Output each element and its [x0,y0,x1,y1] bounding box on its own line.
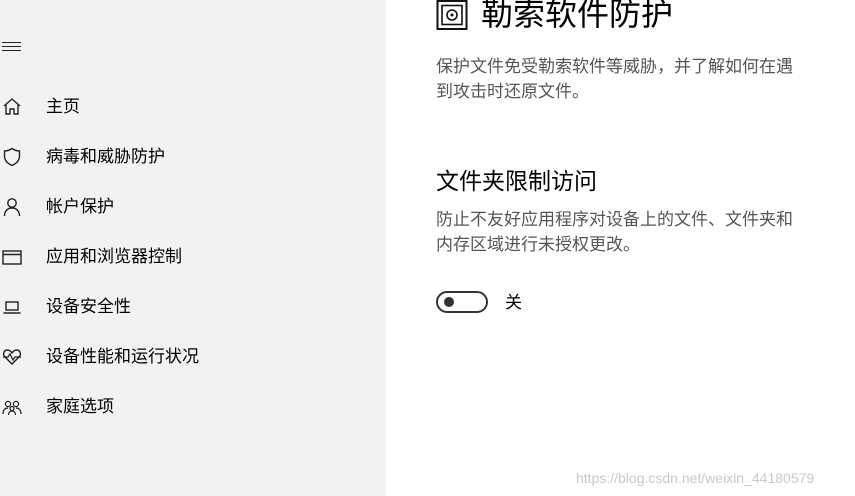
ransomware-vault-icon [436,0,468,32]
sidebar-item-label: 设备安全性 [46,297,131,317]
toggle-state-label: 关 [505,293,522,313]
browser-window-icon [2,247,22,267]
sidebar-item-device-security[interactable]: 设备安全性 [0,292,380,322]
sidebar-item-label: 病毒和威胁防护 [46,147,165,167]
page-description-line2: 到攻击时还原文件。 [436,82,589,102]
section-description-line2: 内存区域进行未授权更改。 [436,235,640,255]
sidebar-item-home[interactable]: 主页 [0,92,380,122]
section-description-line1: 防止不友好应用程序对设备上的文件、文件夹和 [436,210,793,230]
sidebar-item-device-performance[interactable]: 设备性能和运行状况 [0,342,380,372]
home-icon [2,97,22,117]
toggle-knob [444,297,454,307]
sidebar-item-family-options[interactable]: 家庭选项 [0,392,380,422]
sidebar-item-label: 家庭选项 [46,397,114,417]
controlled-folder-access-toggle[interactable] [436,291,488,313]
watermark: https://blog.csdn.net/weixin_44180579 [576,470,815,486]
sidebar-item-label: 主页 [46,97,80,117]
sidebar-item-account-protection[interactable]: 帐户保护 [0,192,380,222]
section-title[interactable]: 文件夹限制访问 [436,166,597,198]
shield-icon [2,147,22,167]
sidebar-item-label: 设备性能和运行状况 [46,347,199,367]
family-icon [2,397,22,417]
hamburger-icon[interactable] [2,40,22,54]
laptop-icon [2,297,22,317]
sidebar: 主页 病毒和威胁防护 帐户保护 应用和浏览器控制 设备安全性 设备性能和运行状况 [0,0,386,496]
sidebar-item-label: 应用和浏览器控制 [46,247,182,267]
sidebar-item-label: 帐户保护 [46,197,114,217]
page-title: 勒索软件防护 [481,0,674,33]
sidebar-item-virus-protection[interactable]: 病毒和威胁防护 [0,142,380,172]
page-description-line1: 保护文件免受勒索软件等威胁，并了解如何在遇 [436,57,793,77]
person-icon [2,197,22,217]
sidebar-item-app-browser-control[interactable]: 应用和浏览器控制 [0,242,380,272]
heart-pulse-icon [2,347,22,367]
